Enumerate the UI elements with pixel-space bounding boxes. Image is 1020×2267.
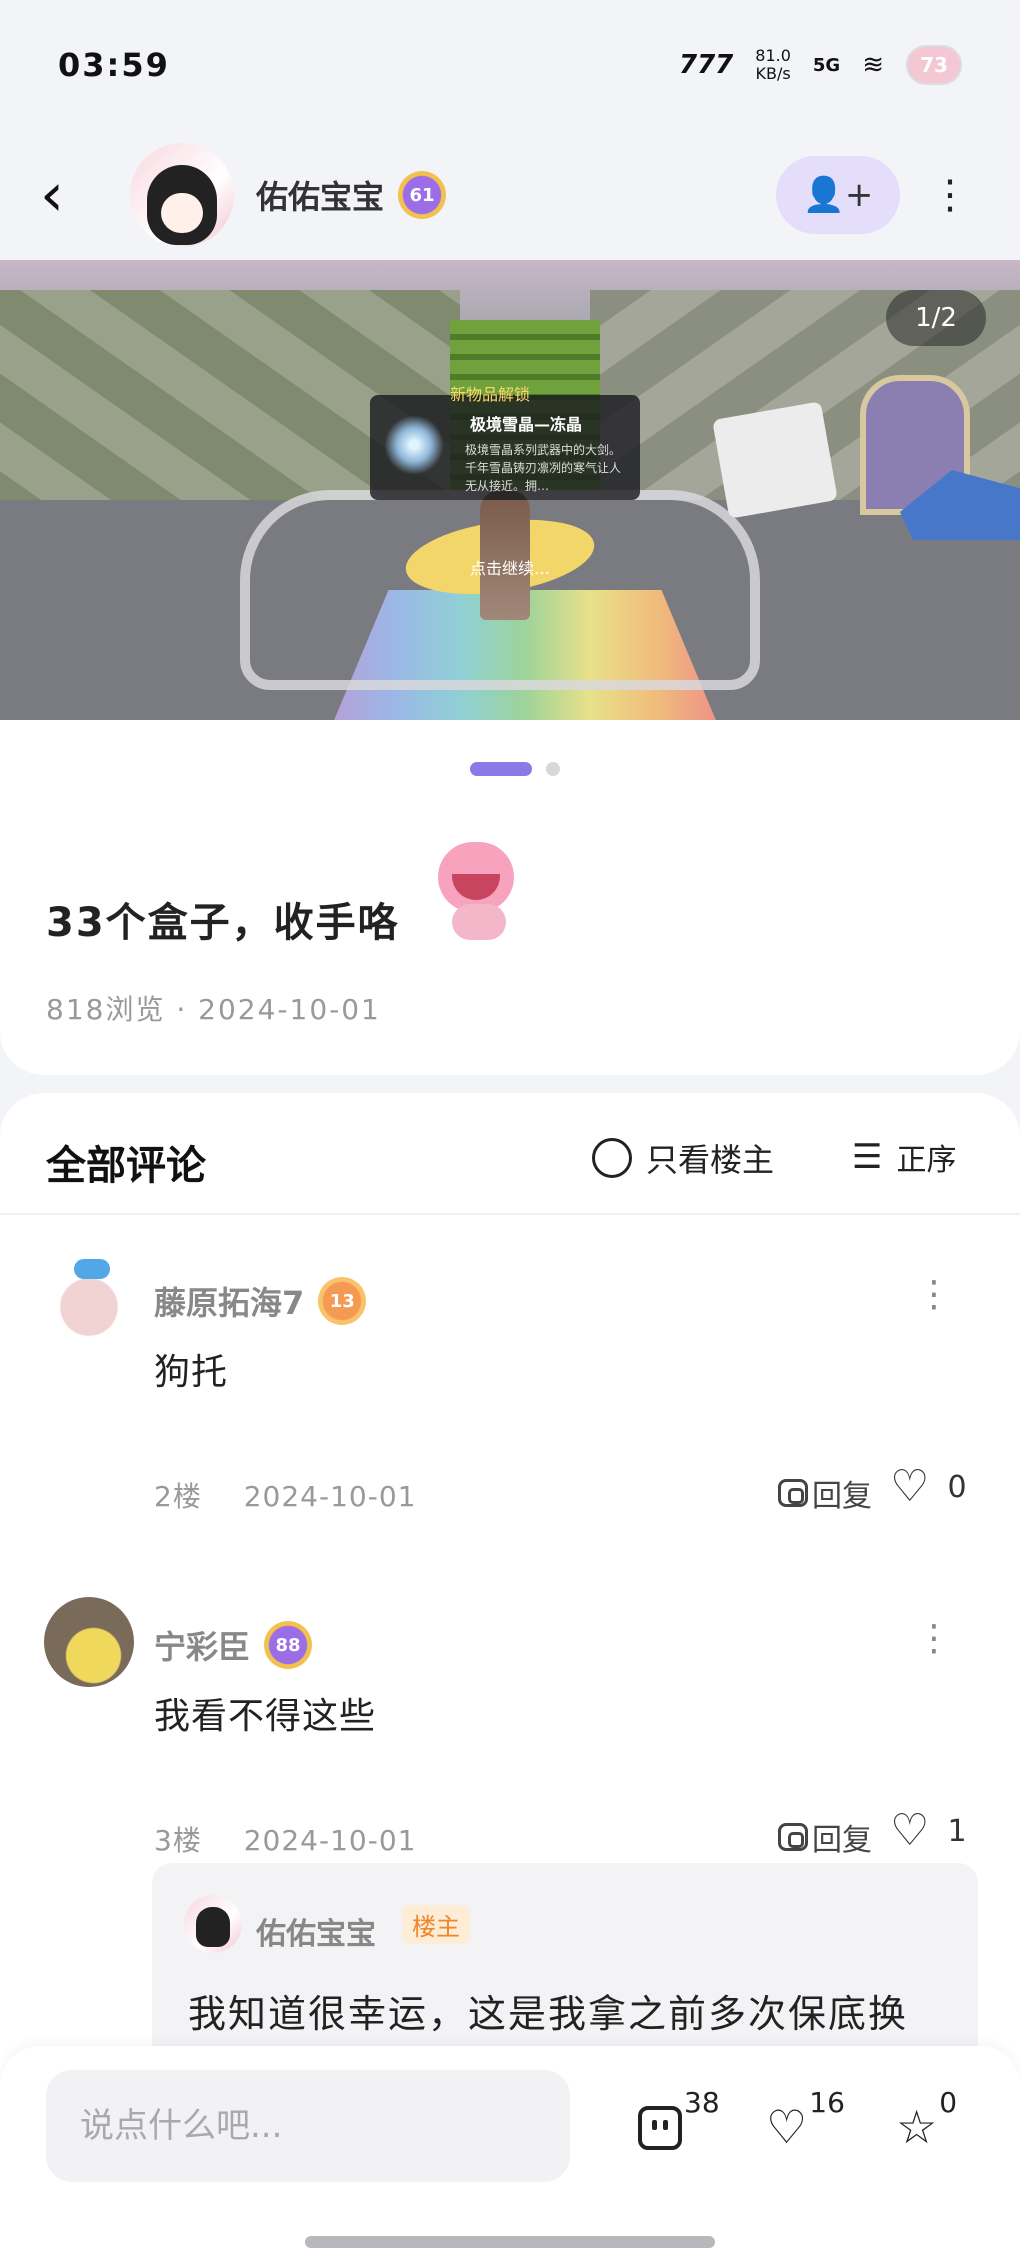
wifi-icon: ≋ [862,50,884,80]
comment-floor: 3楼 [154,1824,202,1857]
author-avatar[interactable] [130,143,234,247]
sword-icon [384,415,444,475]
favorite-button[interactable]: ☆ 0 [896,2086,957,2150]
comment-meta: 2楼 2024-10-01 [154,1475,416,1515]
post-meta: 818浏览 · 2024-10-01 [46,993,381,1026]
favorite-count: 0 [939,2086,958,2119]
signal-icon: 5G [812,54,841,76]
heart-icon: ♡ [890,1461,930,1512]
axolotl-sticker-icon [428,832,524,942]
comments-section: 全部评论 只看楼主 ☰ 正序 藤原拓海7 13 ⋮ 狗托 2楼 2024-10-… [0,1093,1020,2093]
commenter-avatar[interactable] [44,1253,134,1343]
reply-label: 回复 [812,1479,872,1514]
commenter-name-row: 藤原拓海7 13 [154,1277,367,1325]
more-vertical-icon[interactable]: ⋮ [916,1277,952,1313]
reply-button[interactable]: 回复 [778,1815,872,1859]
add-user-icon: 👤+ [802,175,874,215]
image-cube [712,401,838,519]
status-indicators: 777 81.0 KB/s 5G ≋ 73 [679,45,962,85]
reply-icon [778,1479,808,1507]
op-badge: 楼主 [402,1905,470,1944]
gallery-counter: 1/2 [886,290,986,346]
commenter-name[interactable]: 藤原拓海7 [154,1278,304,1324]
status-time: 03:59 [58,46,170,84]
post-title: 33个盒子，收手咯 [46,900,400,946]
author-name[interactable]: 佑佑宝宝 [256,172,384,218]
battery-icon: 73 [906,45,962,85]
network-speed-value: 81.0 [755,46,791,65]
post-card: 33个盒子，收手咯 818浏览 · 2024-10-01 [0,720,1020,1075]
comments-stat-button[interactable]: 38 [638,2086,720,2150]
comment-text: 我看不得这些 [154,1696,377,1737]
pagination-dot-active[interactable] [470,762,532,776]
popup-item-desc: 极境雪晶系列武器中的大剑。千年雪晶铸刃凛冽的寒气让人无从接近。拥… [465,443,622,493]
home-indicator[interactable] [305,2236,715,2248]
more-vertical-icon[interactable]: ⋮ [920,175,980,215]
like-count: 16 [809,2086,845,2119]
reply-label: 回复 [812,1823,872,1858]
like-count: 1 [947,1813,967,1849]
heart-icon: ♡ [890,1805,930,1856]
commenter-name-row: 宁彩臣 88 [154,1621,313,1669]
sticker-body [452,904,506,940]
radio-icon[interactable] [592,1138,632,1178]
reply-text: 我知道很幸运，这是我拿之前多次保底换 [188,1992,909,2036]
carrier-logo: 777 [678,50,734,80]
star-icon: ☆ [896,2100,938,2154]
network-speed-unit: KB/s [755,64,791,83]
reply-author-name[interactable]: 佑佑宝宝 [256,1909,376,1953]
avatar-illustration [147,165,217,245]
level-badge: 13 [318,1277,367,1325]
follow-button[interactable]: 👤+ [776,156,900,234]
pagination-dot[interactable] [546,762,560,776]
op-only-toggle[interactable]: 只看楼主 [592,1135,774,1181]
comment-icon [638,2106,682,2150]
like-post-button[interactable]: ♡ 16 [766,2086,845,2150]
comment-count: 38 [684,2086,720,2119]
reply-author-avatar[interactable] [184,1895,242,1953]
comments-title: 全部评论 [46,1143,206,1189]
bottom-action-bar: 38 ♡ 16 ☆ 0 [0,2046,1020,2267]
more-vertical-icon[interactable]: ⋮ [916,1621,952,1657]
reply-icon [778,1823,808,1851]
comment-floor: 2楼 [154,1480,202,1513]
level-badge: 88 [264,1621,313,1669]
status-bar: 03:59 777 81.0 KB/s 5G ≋ 73 [0,0,1020,130]
commenter-name[interactable]: 宁彩臣 [154,1622,250,1668]
popup-item-name: 极境雪晶—冻晶 [470,415,583,434]
post-image-gallery[interactable]: 新物品解锁 极境雪晶—冻晶 极境雪晶系列武器中的大剑。千年雪晶铸刃凛冽的寒气让人… [0,260,1020,720]
like-button[interactable]: ♡ 1 [890,1809,967,1853]
sort-label: 正序 [896,1143,957,1178]
heart-icon: ♡ [766,2100,808,2154]
comments-header: 全部评论 只看楼主 ☰ 正序 [0,1093,1020,1215]
gallery-pagination [470,762,560,776]
popup-title: 新物品解锁 [450,385,531,404]
post-header: ‹ 佑佑宝宝 61 👤+ ⋮ [0,130,1020,260]
sort-icon: ☰ [852,1137,883,1177]
comment-input[interactable] [46,2070,570,2182]
sort-toggle[interactable]: ☰ 正序 [852,1135,956,1179]
comment-date: 2024-10-01 [243,1824,417,1857]
reply-button[interactable]: 回复 [778,1471,872,1515]
comment-date: 2024-10-01 [243,1480,417,1513]
like-count: 0 [947,1469,967,1505]
chevron-left-icon[interactable]: ‹ [40,165,120,225]
network-speed: 81.0 KB/s [755,47,791,83]
item-unlock-popup: 新物品解锁 极境雪晶—冻晶 极境雪晶系列武器中的大剑。千年雪晶铸刃凛冽的寒气让人… [370,385,640,500]
commenter-avatar[interactable] [44,1597,134,1687]
tap-continue-hint: 点击继续… [470,559,551,578]
comment-meta: 3楼 2024-10-01 [154,1819,416,1859]
like-button[interactable]: ♡ 0 [890,1465,967,1509]
level-badge: 61 [398,171,447,219]
op-only-label: 只看楼主 [646,1141,775,1179]
comment-text: 狗托 [154,1352,229,1393]
